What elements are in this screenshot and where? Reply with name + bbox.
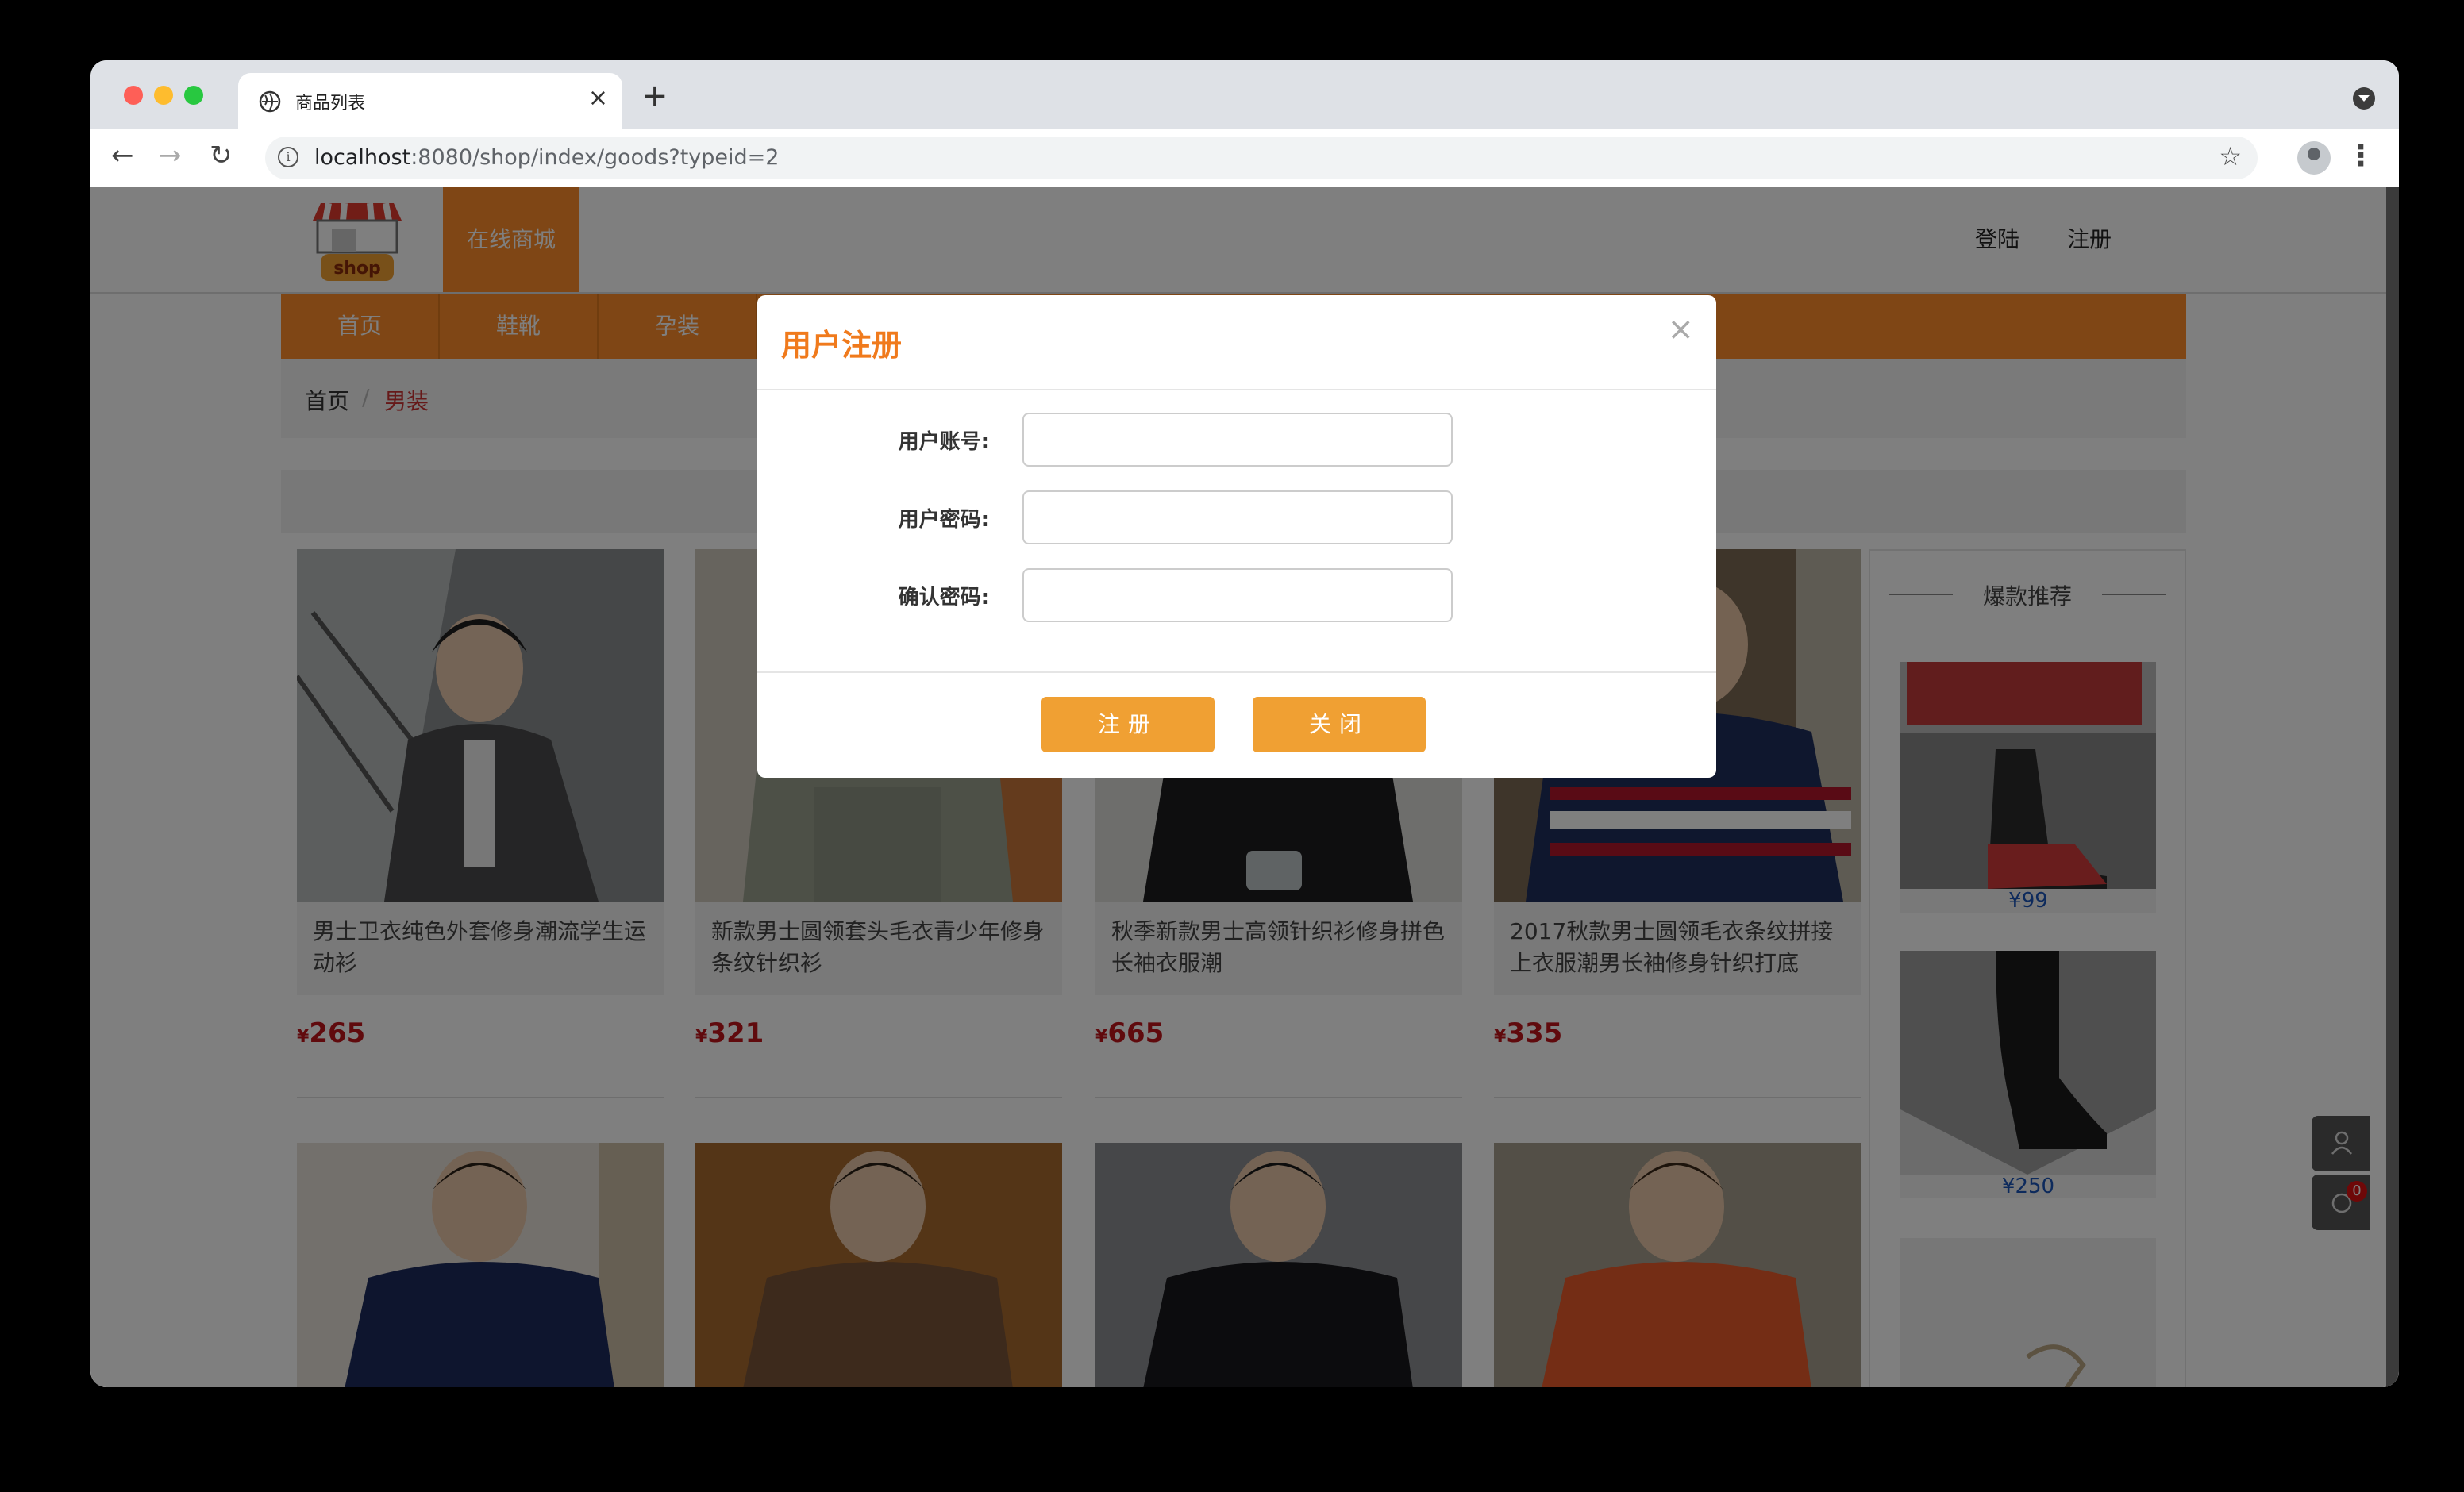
account-input[interactable] bbox=[1022, 413, 1453, 467]
site-info-icon[interactable]: i bbox=[278, 147, 298, 167]
profile-avatar-icon[interactable] bbox=[2297, 141, 2331, 175]
web-page: shop 在线商城 登陆 注册 首页 鞋靴 孕装 首页 / 男装 bbox=[90, 187, 2399, 1387]
close-window-button[interactable] bbox=[124, 86, 143, 105]
modal-title: 用户注册 bbox=[781, 328, 903, 363]
tab-close-icon[interactable]: × bbox=[588, 84, 608, 112]
browser-window: 商品列表 × + ← → ↻ i localhost:8080/shop/ind… bbox=[90, 60, 2399, 1387]
account-label: 用户账号: bbox=[898, 430, 989, 454]
modal-header-divider bbox=[757, 389, 1716, 390]
forward-arrow-icon[interactable]: → bbox=[159, 140, 182, 171]
bookmark-star-icon[interactable]: ☆ bbox=[2219, 141, 2242, 171]
url-path: :8080/shop/index/goods?typeid=2 bbox=[410, 145, 780, 170]
reload-icon[interactable]: ↻ bbox=[210, 140, 233, 171]
maximize-window-button[interactable] bbox=[184, 86, 203, 105]
browser-titlebar: 商品列表 × + bbox=[90, 60, 2399, 129]
tab-title: 商品列表 bbox=[295, 94, 366, 113]
modal-close-icon[interactable]: × bbox=[1667, 311, 1694, 348]
register-modal: 用户注册 × 用户账号: 用户密码: 确认密码: 注册 关闭 bbox=[757, 295, 1716, 778]
register-button[interactable]: 注册 bbox=[1041, 697, 1215, 752]
modal-footer-divider bbox=[757, 671, 1716, 673]
minimize-window-button[interactable] bbox=[154, 86, 173, 105]
password-input[interactable] bbox=[1022, 490, 1453, 544]
browser-menu-icon[interactable]: ⋮ bbox=[2347, 140, 2375, 172]
url-text[interactable]: localhost:8080/shop/index/goods?typeid=2 bbox=[314, 145, 779, 170]
password-label: 用户密码: bbox=[898, 508, 989, 532]
url-host: localhost bbox=[314, 145, 411, 170]
browser-tab[interactable]: 商品列表 × bbox=[238, 73, 622, 129]
confirm-password-input[interactable] bbox=[1022, 568, 1453, 622]
address-bar[interactable]: i localhost:8080/shop/index/goods?typeid… bbox=[265, 137, 2258, 179]
close-button[interactable]: 关闭 bbox=[1253, 697, 1426, 752]
tab-search-icon[interactable] bbox=[2353, 87, 2375, 110]
confirm-password-label: 确认密码: bbox=[898, 586, 989, 609]
browser-toolbar: ← → ↻ i localhost:8080/shop/index/goods?… bbox=[90, 129, 2399, 187]
back-arrow-icon[interactable]: ← bbox=[111, 140, 134, 171]
globe-icon bbox=[259, 90, 281, 113]
new-tab-button[interactable]: + bbox=[641, 78, 668, 114]
